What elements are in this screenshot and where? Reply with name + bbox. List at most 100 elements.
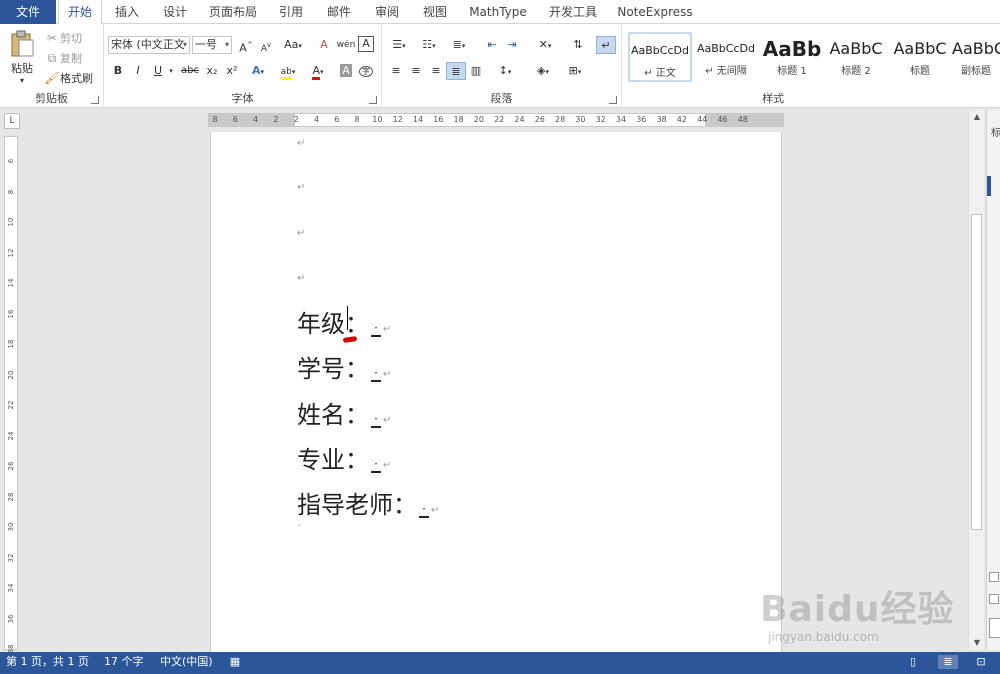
strikethrough-button[interactable]: abc [178,62,202,80]
scroll-up-icon[interactable]: ▲ [969,110,985,124]
vertical-scrollbar[interactable]: ▲ ▼ [968,110,984,650]
style-title[interactable]: AaBbC 标题 [888,32,952,82]
borders-button[interactable]: ⊞▾ [562,62,588,80]
print-layout-icon[interactable]: ≣ [938,655,958,669]
phonetic-guide-button[interactable]: wén [336,36,356,54]
sort-button[interactable]: ⇅ [568,36,588,54]
style-normal[interactable]: AaBbCcDd ↵ 正文 [628,32,692,82]
align-left-button[interactable]: ≡ [386,62,406,80]
status-language[interactable]: 中文(中国) [160,652,213,672]
enclose-char-button[interactable]: 字 [356,62,376,80]
highlight-button[interactable]: ab▾ [276,62,300,80]
format-painter-button[interactable]: 🖌 格式刷 [44,70,93,86]
distributed-icon: ▥ [470,64,482,77]
numbering-button[interactable]: ☷▾ [416,36,442,54]
char-shading-button[interactable]: A [336,62,356,80]
style-subtitle[interactable]: AaBbC 副标题 [952,32,1000,82]
ruler-tick: 26 [534,115,545,124]
line-spacing-button[interactable]: ↕▾ [492,62,518,80]
tab-references[interactable]: 引用 [268,0,314,24]
ruler-tick: 8 [354,115,360,124]
bullets-button[interactable]: ☰▾ [386,36,412,54]
tab-file[interactable]: 文件 [0,0,56,24]
ruler-tick: 10 [7,217,15,227]
clear-format-button[interactable]: A [314,36,334,54]
doc-line-name[interactable]: 姓名： · ↵ [297,395,391,430]
pilcrow-icon: ↵ [601,39,611,52]
change-case-button[interactable]: Aa▾ [280,36,306,54]
ruler-tick: 14 [7,278,15,288]
ruler-tick: 34 [7,583,15,593]
copy-button[interactable]: ⧉ 复制 [44,50,82,66]
copy-icon: ⧉ [47,50,57,65]
tab-noteexpress[interactable]: NoteExpress [610,0,700,24]
tab-home[interactable]: 开始 [58,0,102,25]
align-center-icon: ≡ [411,64,421,77]
tab-view[interactable]: 视图 [412,0,458,24]
align-center-button[interactable]: ≡ [406,62,426,80]
baidu-logo: Baidu经验 [760,589,955,630]
doc-line-grade[interactable]: 年级： · ↵ [297,304,391,339]
shrink-font-button[interactable]: Av [256,36,276,54]
paste-dropdown-icon[interactable]: ▾ [20,76,24,85]
font-launcher-icon[interactable] [369,96,377,104]
clipboard-group-label: 剪贴板 [35,92,68,105]
outdent-icon: ⇤ [487,38,497,51]
font-size-combo[interactable]: 一号 ▾ [192,36,232,54]
tab-developer[interactable]: 开发工具 [538,0,608,24]
show-marks-button[interactable]: ↵ [596,36,616,54]
underline-dropdown-icon[interactable]: ▾ [166,62,176,80]
style-heading-2[interactable]: AaBbC 标题 2 [824,32,888,82]
tab-layout[interactable]: 页面布局 [200,0,266,24]
doc-line-student-id[interactable]: 学号： · ↵ [297,349,391,384]
eraser-icon: A [320,38,328,51]
paste-icon [11,30,34,57]
pane-checkbox[interactable] [989,594,999,604]
grow-font-button[interactable]: A^ [236,36,256,55]
web-layout-icon[interactable]: ⊡ [974,655,988,669]
paragraph-launcher-icon[interactable] [609,96,617,104]
align-right-button[interactable]: ≡ [426,62,446,80]
font-name-combo[interactable]: 宋体 (中文正文 ▾ [108,36,190,54]
subscript-button[interactable]: x₂ [202,62,222,80]
doc-line-major[interactable]: 专业： · ↵ [297,440,391,475]
pane-checkbox[interactable] [989,572,999,582]
scroll-thumb[interactable] [971,214,982,530]
bold-button[interactable]: B [108,62,128,80]
tab-review[interactable]: 审阅 [364,0,410,24]
text-effects-button[interactable]: A▾ [248,62,268,80]
superscript-button[interactable]: x² [222,62,242,80]
vertical-ruler[interactable]: 6 8 10 12 14 16 18 20 22 24 26 28 30 32 34 36 38 [4,136,18,653]
char-border-button[interactable]: A [358,36,374,52]
status-page[interactable]: 第 1 页，共 1 页 [6,652,89,672]
pane-button[interactable] [989,618,1000,638]
macro-record-icon[interactable]: ▦ [228,655,242,669]
document-page[interactable]: ↵ ↵ ↵ ↵ 年级： · ↵ 学号： · ↵ 姓名： · ↵ 专业： · ↵ 指导老师： · ↵ … [210,132,782,652]
ruler-tick: 8 [7,189,15,194]
chinese-layout-button[interactable]: ✕▾ [532,36,558,54]
paste-button[interactable]: 粘贴 ▾ [6,30,38,88]
increase-indent-button[interactable]: ⇥ [502,36,522,54]
style-no-spacing[interactable]: AaBbCcDd ↵ 无间隔 [694,32,758,82]
tab-mathtype[interactable]: MathType [460,0,536,24]
decrease-indent-button[interactable]: ⇤ [482,36,502,54]
distributed-button[interactable]: ▥ [466,62,486,80]
cut-button[interactable]: ✂ 剪切 [44,30,82,46]
scissors-icon: ✂ [46,31,58,45]
tab-insert[interactable]: 插入 [104,0,150,24]
style-heading-1[interactable]: AaBb 标题 1 [760,32,824,82]
underline-button[interactable]: U [148,62,168,80]
font-color-button[interactable]: A▾ [306,62,330,80]
horizontal-ruler[interactable]: 8 6 4 2 2 4 6 8 10 12 14 16 18 20 22 24 26 28 30 32 34 36 38 42… [208,113,784,127]
shading-button[interactable]: ◈▾ [530,62,556,80]
multilevel-list-button[interactable]: ≣▾ [446,36,472,54]
doc-line-advisor[interactable]: 指导老师： · ↵ [297,485,439,520]
tab-mailings[interactable]: 邮件 [316,0,362,24]
italic-button[interactable]: I [128,62,148,80]
status-word-count[interactable]: 17 个字 [104,652,144,672]
justify-button[interactable]: ≣ [446,62,466,80]
tab-design[interactable]: 设计 [152,0,198,24]
clipboard-launcher-icon[interactable] [91,96,99,104]
read-mode-icon[interactable]: ▯ [906,655,920,669]
tab-selector-button[interactable]: L [4,113,20,129]
